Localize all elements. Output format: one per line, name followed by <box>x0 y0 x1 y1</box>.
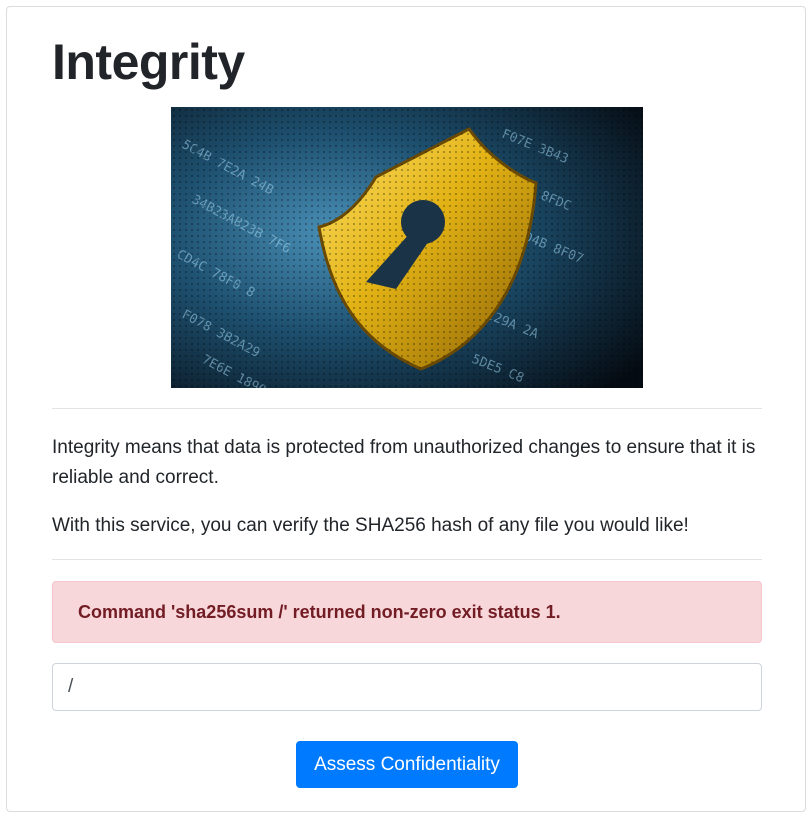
description-paragraph: Integrity means that data is protected f… <box>52 437 756 488</box>
security-shield-image: 5C4B 7E2A 24B 34B23AB23B 7F6 CD4C 78F0 8… <box>171 107 643 388</box>
page-title: Integrity <box>52 34 245 90</box>
assess-confidentiality-button[interactable]: Assess Confidentiality <box>296 741 518 788</box>
error-alert-message: Command 'sha256sum /' returned non-zero … <box>78 601 561 622</box>
divider-top <box>52 408 762 409</box>
divider-bottom <box>52 559 762 560</box>
error-alert: Command 'sha256sum /' returned non-zero … <box>52 581 762 643</box>
service-paragraph: With this service, you can verify the SH… <box>52 515 689 536</box>
main-card: Integrity 5C4B 7E2A 24B 34B23AB23B 7F6 C… <box>6 6 806 812</box>
file-path-input[interactable] <box>52 663 762 711</box>
